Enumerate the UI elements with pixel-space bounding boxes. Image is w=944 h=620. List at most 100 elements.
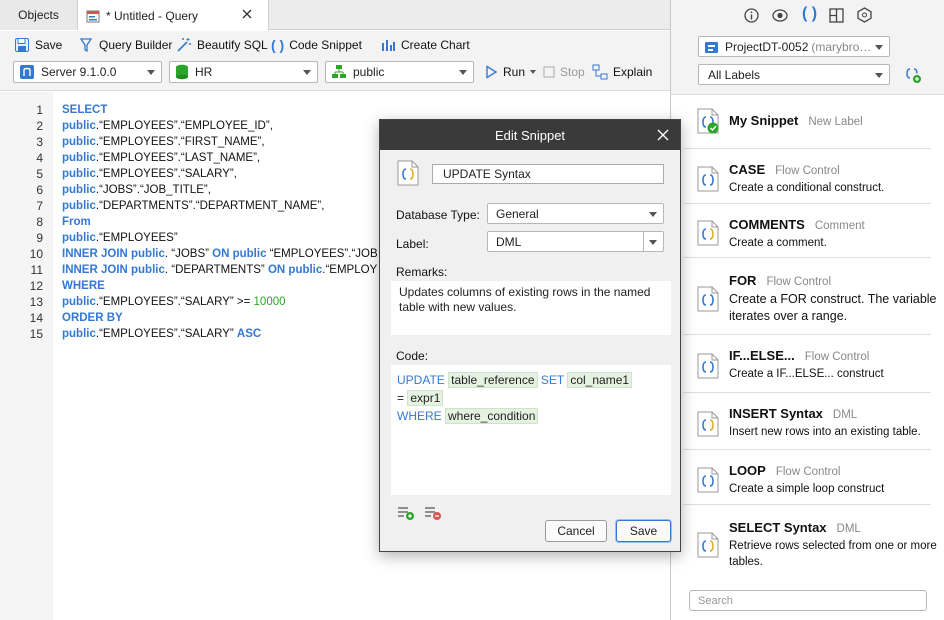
snippet-icon	[697, 166, 719, 192]
snippet-item[interactable]: IF...ELSE... Flow Control Create a IF...EL…	[683, 335, 931, 393]
hexagon-icon[interactable]	[857, 7, 872, 23]
info-icon[interactable]	[744, 8, 759, 23]
tab-bar: Objects * Untitled - Query	[0, 0, 670, 31]
code-token: public	[62, 136, 96, 148]
close-icon[interactable]	[657, 129, 669, 141]
add-placeholder-icon[interactable]	[397, 505, 415, 521]
code-line: public.“EMPLOYEES”.“SALARY” ASC	[62, 326, 261, 342]
play-icon	[484, 65, 498, 79]
query-builder-button[interactable]: Query Builder	[78, 34, 172, 56]
tab-objects[interactable]: Objects	[0, 0, 78, 30]
eye-icon[interactable]	[772, 8, 788, 23]
project-select[interactable]: ProjectDT-0052 (marybro…	[698, 36, 890, 57]
code-token: public	[62, 328, 96, 340]
code-token: .“EMPLOYEES”.“LAST_NAME”,	[95, 152, 261, 164]
snippet-icon	[697, 108, 719, 134]
snippet-name: SELECT Syntax DML	[729, 520, 861, 535]
remove-placeholder-icon[interactable]	[424, 505, 442, 521]
cancel-button[interactable]: Cancel	[545, 520, 607, 542]
snippet-item[interactable]: COMMENTS Comment Create a comment.	[683, 204, 931, 258]
tab-query[interactable]: * Untitled - Query	[78, 0, 269, 31]
snippet-title: COMMENTS	[729, 217, 805, 232]
snippet-item[interactable]: LOOP Flow Control Create a simple loop con…	[683, 450, 931, 505]
code-token: INNER JOIN public	[62, 264, 165, 276]
code-line: public.“EMPLOYEES”	[62, 230, 178, 246]
labels-filter-select[interactable]: All Labels	[698, 64, 890, 85]
code-token: .“EMPLOYEES”.“SALARY” >=	[95, 296, 254, 308]
database-select[interactable]: HR	[169, 61, 318, 83]
save-icon	[14, 37, 30, 53]
line-number: 12	[29, 279, 43, 293]
explain-button[interactable]: Explain	[592, 61, 652, 83]
columns-icon[interactable]	[829, 8, 844, 23]
explain-icon	[592, 64, 608, 80]
code-snippet-button[interactable]: ( ) Code Snippet	[271, 34, 362, 56]
save-button[interactable]: Save	[14, 34, 62, 56]
new-snippet-icon[interactable]	[904, 66, 922, 84]
code-token: .“EMPLOYEES”.“EMPLOYEE_ID”,	[95, 120, 273, 132]
snippet-title: IF...ELSE...	[729, 348, 795, 363]
code-line: public.“JOBS”.“JOB_TITLE”,	[62, 182, 211, 198]
chevron-down-icon	[875, 45, 883, 50]
server-select[interactable]: Server 9.1.0.0	[13, 61, 162, 83]
snippet-item[interactable]: My Snippet New Label	[683, 96, 931, 149]
line-number: 15	[29, 327, 43, 341]
code-textarea[interactable]: UPDATE table_reference SET col_name1 = e…	[391, 365, 671, 495]
server-icon	[19, 64, 35, 80]
code-line: INNER JOIN public. “DEPARTMENTS” ON publ…	[62, 262, 377, 278]
schema-icon	[331, 64, 347, 80]
snippet-item[interactable]: FOR Flow Control Create a FOR construct. T…	[683, 258, 937, 335]
snippet-description: Create a comment.	[729, 237, 827, 249]
line-number: 2	[36, 119, 43, 133]
snippet-item[interactable]: INSERT Syntax DML Insert new rows into an …	[683, 393, 931, 450]
line-number: 9	[36, 231, 43, 245]
line-number: 1	[36, 103, 43, 117]
stop-icon	[543, 66, 555, 78]
code-token: .“EMPLOYEES”	[95, 232, 178, 244]
database-type-select[interactable]: General	[487, 203, 664, 224]
close-icon[interactable]	[242, 9, 252, 19]
search-input[interactable]: Search	[689, 590, 927, 611]
chevron-down-icon	[649, 240, 657, 245]
query-icon	[86, 9, 100, 23]
create-chart-button[interactable]: Create Chart	[380, 34, 470, 56]
snippet-name: LOOP Flow Control	[729, 463, 840, 478]
remarks-textarea[interactable]: Updates columns of existing rows in the …	[391, 281, 671, 335]
label-select[interactable]: DML	[487, 231, 664, 252]
code-line: SELECT	[62, 102, 107, 118]
code-token: public	[62, 152, 96, 164]
snippet-description: Create a FOR construct. The variable ite…	[729, 292, 937, 323]
snippet-name-input[interactable]: UPDATE Syntax	[432, 164, 664, 184]
run-dropdown-icon[interactable]	[530, 70, 537, 74]
save-button[interactable]: Save	[616, 520, 671, 542]
code-token: “EMPLOYEES”.“JOB	[266, 248, 378, 260]
snippet-file-icon	[397, 160, 419, 186]
snippet-icon	[697, 532, 719, 558]
code-line: INNER JOIN public. “JOBS” ON public “EMP…	[62, 246, 378, 262]
snippet-description: Insert new rows into an existing table.	[729, 426, 921, 438]
code-token: public	[62, 120, 96, 132]
code-token: ORDER BY	[62, 312, 123, 324]
code-line: public.“DEPARTMENTS”.“DEPARTMENT_NAME”,	[62, 198, 324, 214]
snippet-item[interactable]: SELECT Syntax DML Retrieve rows selected f…	[683, 505, 937, 580]
snippet-description: Retrieve rows selected from one or more …	[729, 540, 937, 568]
snippet-icon	[697, 286, 719, 312]
snippet-description: Create a simple loop construct	[729, 483, 885, 495]
query-builder-icon	[78, 37, 94, 53]
schema-select[interactable]: public	[325, 61, 474, 83]
stop-button[interactable]: Stop	[543, 61, 585, 83]
snippet-label: New Label	[808, 116, 863, 128]
code-token: .“EMPLOY	[322, 264, 378, 276]
code-line: WHERE	[62, 278, 105, 294]
code-line: public.“EMPLOYEES”.“FIRST_NAME”,	[62, 134, 265, 150]
snippet-name: My Snippet New Label	[729, 113, 863, 128]
code-snippet-icon[interactable]: ( )	[802, 5, 817, 23]
beautify-sql-button[interactable]: Beautify SQL	[176, 34, 268, 56]
snippet-item[interactable]: CASE Flow Control Create a conditional con…	[683, 149, 931, 204]
code-token: .“DEPARTMENTS”.“DEPARTMENT_NAME”,	[95, 200, 325, 212]
run-button[interactable]: Run	[484, 61, 537, 83]
code-token: .“EMPLOYEES”.“FIRST_NAME”,	[95, 136, 265, 148]
line-number: 4	[36, 151, 43, 165]
line-number: 7	[36, 199, 43, 213]
select-divider	[643, 232, 644, 251]
